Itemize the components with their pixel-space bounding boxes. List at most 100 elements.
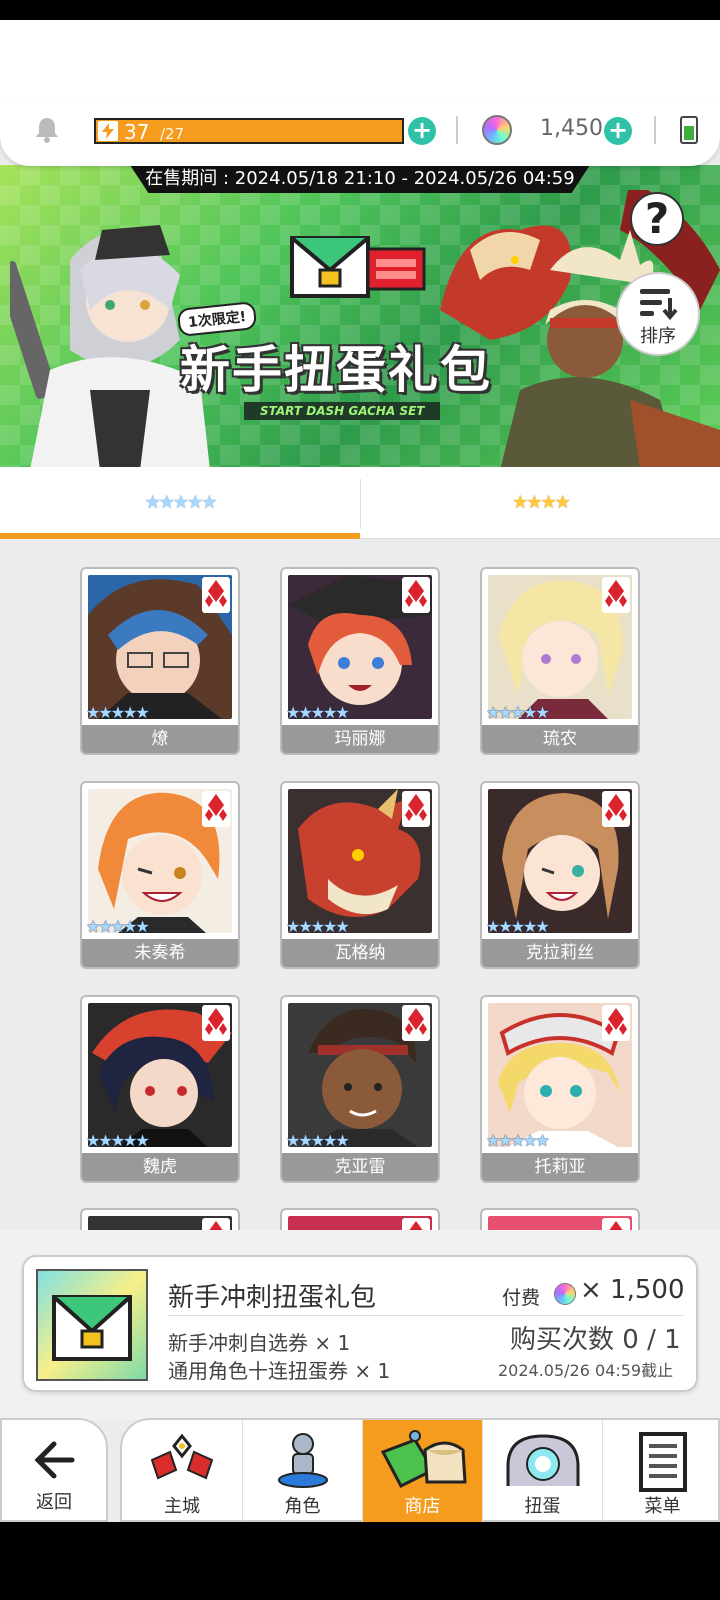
character-card[interactable] (80, 1208, 240, 1230)
character-stars: ★★★★★ (286, 1131, 350, 1150)
character-stars: ★★★★★ (86, 703, 150, 722)
diamond-suit-icon (202, 577, 230, 613)
diamond-suit-icon (202, 791, 230, 827)
bottom-nav: 返回 主城 角色 商店 扭蛋 菜单 (0, 1418, 720, 1524)
nav-item-characters[interactable]: 角色 (242, 1420, 362, 1524)
character-card[interactable] (280, 1208, 440, 1230)
package-divider (168, 1315, 684, 1316)
character-stars: ★★★★★ (286, 703, 350, 722)
character-stars: ★★★★★ (86, 917, 150, 936)
character-grid: ★★★★★ 燎 ★★★★★ 玛丽娜 ★★★★★ 琉农 ★★★★★ 未奏希 ★★★… (0, 540, 720, 1230)
package-price: × 1,500 (580, 1275, 685, 1305)
character-name: 克亚雷 (282, 1153, 438, 1181)
character-card[interactable]: ★★★★★ 托莉亚 (480, 995, 640, 1183)
character-name: 燎 (82, 725, 238, 753)
nav-label: 菜单 (644, 1496, 681, 1517)
character-card[interactable]: ★★★★★ 魏虎 (80, 995, 240, 1183)
gem-icon (554, 1283, 576, 1305)
ticket-icon (366, 247, 426, 291)
back-arrow-icon (34, 1441, 75, 1479)
package-title: 新手冲刺扭蛋礼包 (168, 1283, 377, 1313)
character-name: 玛丽娜 (282, 725, 438, 753)
diamond-suit-icon (402, 577, 430, 613)
stamina-max: /27 (160, 125, 185, 143)
nav-label: 商店 (404, 1496, 441, 1517)
package-deadline: 2024.05/26 04:59截止 (498, 1361, 674, 1380)
sort-button[interactable]: 排序 (616, 272, 700, 356)
menu-list-icon (638, 1432, 687, 1492)
character-name: 托莉亚 (482, 1153, 638, 1181)
character-name: 克拉莉丝 (482, 939, 638, 967)
lightning-icon (98, 121, 118, 141)
sort-label: 排序 (640, 326, 676, 347)
character-name: 魏虎 (82, 1153, 238, 1181)
tab-4-star[interactable]: ★★★★ (361, 467, 720, 539)
character-stars: ★★★★★ (486, 1131, 550, 1150)
diamond-suit-icon (602, 791, 630, 827)
nav-item-home[interactable]: 主城 (122, 1420, 242, 1524)
diamond-suit-icon (202, 1218, 230, 1230)
nav-item-shop[interactable]: 商店 (362, 1420, 482, 1524)
character-card[interactable]: ★★★★★ 琉农 (480, 567, 640, 755)
sort-icon (640, 289, 678, 321)
diamond-suit-icon (402, 1218, 430, 1230)
pay-label: 付费 (502, 1287, 541, 1309)
character-stars: ★★★★★ (86, 1131, 150, 1150)
back-label: 返回 (36, 1492, 72, 1513)
package-item: 通用角色十连扭蛋券 × 1 (168, 1359, 391, 1383)
stamina-bar: 37 /27 (94, 118, 404, 144)
nav-label: 角色 (284, 1496, 321, 1517)
diamond-suit-icon (602, 1005, 630, 1041)
nav-item-menu[interactable]: 菜单 (602, 1420, 720, 1524)
tab-5-star-label: ★★★★★ (144, 492, 218, 513)
character-card[interactable]: ★★★★★ 克拉莉丝 (480, 781, 640, 969)
add-gem-button[interactable]: + (604, 117, 632, 145)
battery-icon (680, 116, 698, 144)
nav-main: 主城 角色 商店 扭蛋 菜单 (120, 1418, 720, 1524)
character-card[interactable]: ★★★★★ 未奏希 (80, 781, 240, 969)
character-card[interactable]: ★★★★★ 燎 (80, 567, 240, 755)
envelope-chest-icon (290, 236, 370, 298)
sale-period: 在售期间 : 2024.05/18 21:10 - 2024.05/26 04:… (130, 165, 590, 193)
help-button[interactable]: ? (630, 192, 684, 246)
character-card[interactable]: ★★★★★ 瓦格纳 (280, 781, 440, 969)
character-name: 瓦格纳 (282, 939, 438, 967)
character-card[interactable] (480, 1208, 640, 1230)
castle-icon (150, 1433, 214, 1480)
nav-item-gacha[interactable]: 扭蛋 (482, 1420, 602, 1524)
diamond-suit-icon (402, 1005, 430, 1041)
rarity-tabs: ★★★★★ ★★★★ (0, 467, 720, 539)
character-name: 未奏希 (82, 939, 238, 967)
diamond-suit-icon (602, 1218, 630, 1230)
diamond-suit-icon (402, 791, 430, 827)
banner-title: 新手扭蛋礼包 (180, 341, 492, 399)
character-name: 琉农 (482, 725, 638, 753)
gem-icon (482, 115, 512, 145)
diamond-suit-icon (202, 1005, 230, 1041)
header-divider (456, 116, 458, 144)
purchase-count: 购买次数 0 / 1 (510, 1325, 681, 1355)
package-panel[interactable]: 新手冲刺扭蛋礼包 新手冲刺自选券 × 1 通用角色十连扭蛋券 × 1 付费 × … (22, 1255, 698, 1392)
character-figure-icon (277, 1433, 328, 1488)
character-stars: ★★★★★ (486, 703, 550, 722)
back-button[interactable]: 返回 (0, 1418, 108, 1522)
nav-label: 扭蛋 (524, 1496, 561, 1517)
gacha-machine-icon (506, 1434, 579, 1486)
gacha-banner: 在售期间 : 2024.05/18 21:10 - 2024.05/26 04:… (0, 165, 720, 467)
diamond-suit-icon (602, 577, 630, 613)
character-card[interactable]: ★★★★★ 克亚雷 (280, 995, 440, 1183)
tab-active-indicator (0, 533, 360, 539)
shop-bag-icon (380, 1430, 467, 1488)
gem-count: 1,450 (540, 116, 603, 141)
tab-5-star[interactable]: ★★★★★ (0, 467, 360, 539)
header-divider (654, 116, 656, 144)
add-stamina-button[interactable]: + (408, 117, 436, 145)
bell-icon[interactable] (34, 116, 60, 144)
status-bar (0, 0, 720, 20)
nav-label: 主城 (164, 1496, 200, 1517)
stamina-current: 37 (124, 120, 150, 144)
character-stars: ★★★★★ (286, 917, 350, 936)
character-card[interactable]: ★★★★★ 玛丽娜 (280, 567, 440, 755)
package-item: 新手冲刺自选券 × 1 (168, 1331, 351, 1355)
system-nav-bar (0, 1522, 720, 1600)
